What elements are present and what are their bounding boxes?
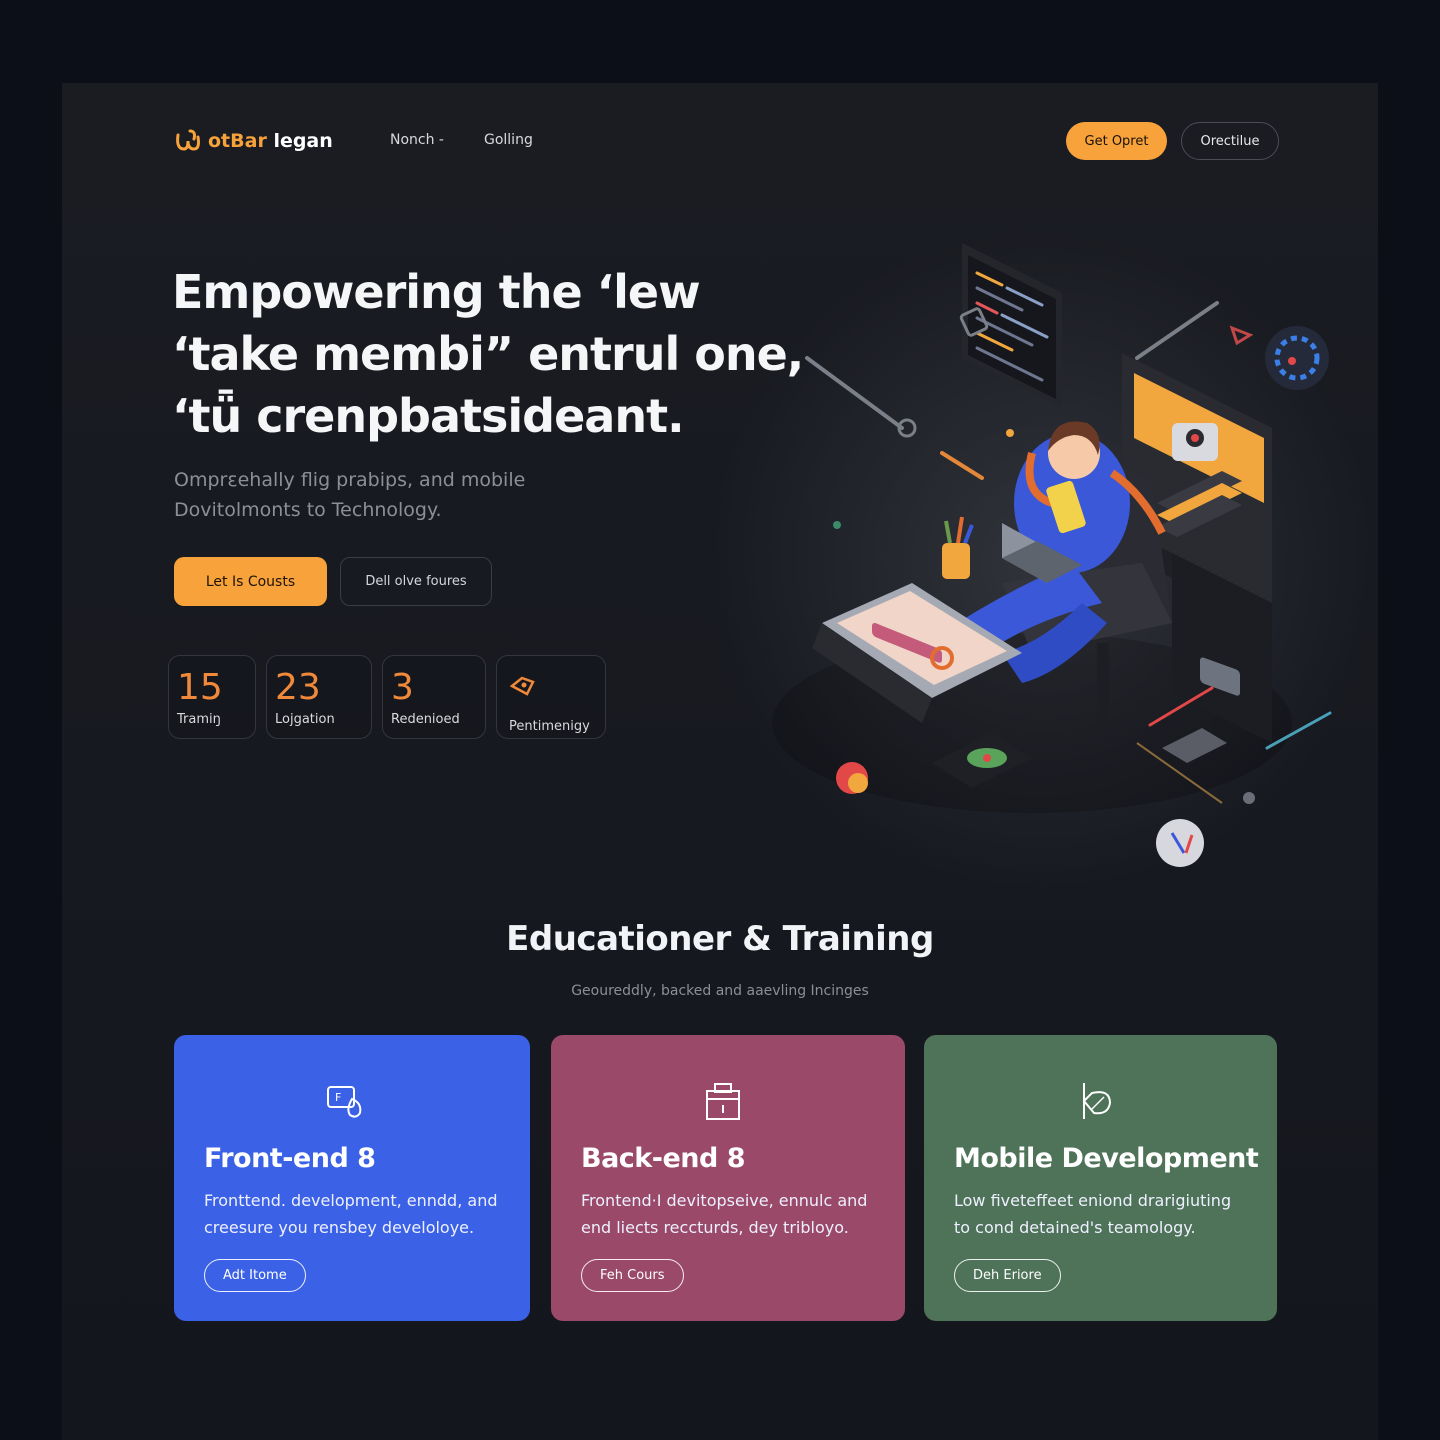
brand-name: otBar legan <box>208 130 333 152</box>
stat-card: 3 Redenioed <box>382 655 486 739</box>
hero-title-line-3: ‘tǖ crenpbatsideant. <box>172 389 685 443</box>
nav-outline-button[interactable]: Orectilue <box>1181 122 1279 160</box>
stat-value: 3 <box>391 667 414 708</box>
hero-subtitle-line-1: Omprεehally flig prabips, and mobile <box>174 469 526 491</box>
card-title: Front-end 8 <box>204 1143 376 1174</box>
nav-item-nonch[interactable]: Nonch - <box>390 132 444 148</box>
leaf-icon <box>1082 1083 1112 1119</box>
card-description: Frontend·I devitopseive, ennulc and end … <box>581 1187 885 1241</box>
brand-logo[interactable]: otBar legan <box>174 127 333 155</box>
card-description-line: Frontend·I devitopseive, ennulc and <box>581 1191 868 1210</box>
clipboard-icon <box>706 1083 740 1120</box>
card-description-line: Fronttend. development, enndd, and <box>204 1191 498 1210</box>
stat-label: Tramiŋ <box>177 712 221 727</box>
stat-label: Redenioed <box>391 712 460 727</box>
get-started-button[interactable]: Get Opret <box>1066 122 1167 160</box>
stat-value <box>509 666 597 717</box>
code-file-icon: F <box>327 1086 362 1118</box>
stat-value: 15 <box>177 667 223 708</box>
hero-primary-button[interactable]: Let Is Cousts <box>174 557 327 606</box>
brand-name-accent: otBar <box>208 130 267 152</box>
section-title: Educationer & Training <box>506 919 934 959</box>
stat-value: 23 <box>275 667 321 708</box>
stat-card: 23 Lojgation <box>266 655 372 739</box>
section-subtitle: Geoureddly, backed and aaevling Incinges <box>571 983 869 999</box>
hero-title-line-1: Empowering the ‘lew <box>172 265 701 319</box>
card-description: Low fiveteffeet eniond drarigiuting to c… <box>954 1187 1257 1241</box>
nav-item-golling[interactable]: Golling <box>484 132 533 148</box>
tag-icon <box>509 676 535 696</box>
stat-card: Pentimenigy <box>496 655 606 739</box>
logo-mark-icon <box>176 129 200 151</box>
card-cta-button[interactable]: Adt Itome <box>204 1259 306 1292</box>
card-description-line: creesure you rensbey develoloye. <box>204 1218 475 1237</box>
hero-subtitle: Omprεehally flig prabips, and mobile Dov… <box>174 465 634 525</box>
card-title: Back-end 8 <box>581 1143 746 1174</box>
course-card-frontend[interactable]: F Front-end 8 Fronttend. development, en… <box>174 1035 530 1321</box>
page-frame: otBar legan Nonch - Golling Get Opret Or… <box>62 83 1378 1440</box>
stat-card: 15 Tramiŋ <box>168 655 256 739</box>
stat-label: Pentimenigy <box>509 719 590 734</box>
course-card-mobile[interactable]: Mobile Development Low fiveteffeet enion… <box>924 1035 1277 1321</box>
card-cta-button[interactable]: Deh Eriore <box>954 1259 1061 1292</box>
card-description-line: to cond detained's teamology. <box>954 1218 1196 1237</box>
hero-secondary-button[interactable]: Dell olve foures <box>340 557 492 606</box>
card-description: Fronttend. development, enndd, and crees… <box>204 1187 510 1241</box>
top-nav: Nonch - Golling <box>390 132 533 148</box>
card-title: Mobile Development <box>954 1143 1259 1174</box>
card-cta-button[interactable]: Feh Cours <box>581 1259 684 1292</box>
stats-row: 15 Tramiŋ 23 Lojgation 3 Redenioed Penti… <box>168 655 606 739</box>
course-card-backend[interactable]: Back-end 8 Frontend·I devitopseive, ennu… <box>551 1035 905 1321</box>
card-description-line: Low fiveteffeet eniond drarigiuting <box>954 1191 1232 1210</box>
stat-label: Lojgation <box>275 712 335 727</box>
hero-subtitle-line-2: Dovitolmonts to Technology. <box>174 499 442 521</box>
card-description-line: end liects reccturds, dey tribloyo. <box>581 1218 849 1237</box>
svg-text:F: F <box>335 1091 341 1104</box>
brand-name-main: legan <box>273 130 333 152</box>
developer-illustration <box>772 243 1332 867</box>
